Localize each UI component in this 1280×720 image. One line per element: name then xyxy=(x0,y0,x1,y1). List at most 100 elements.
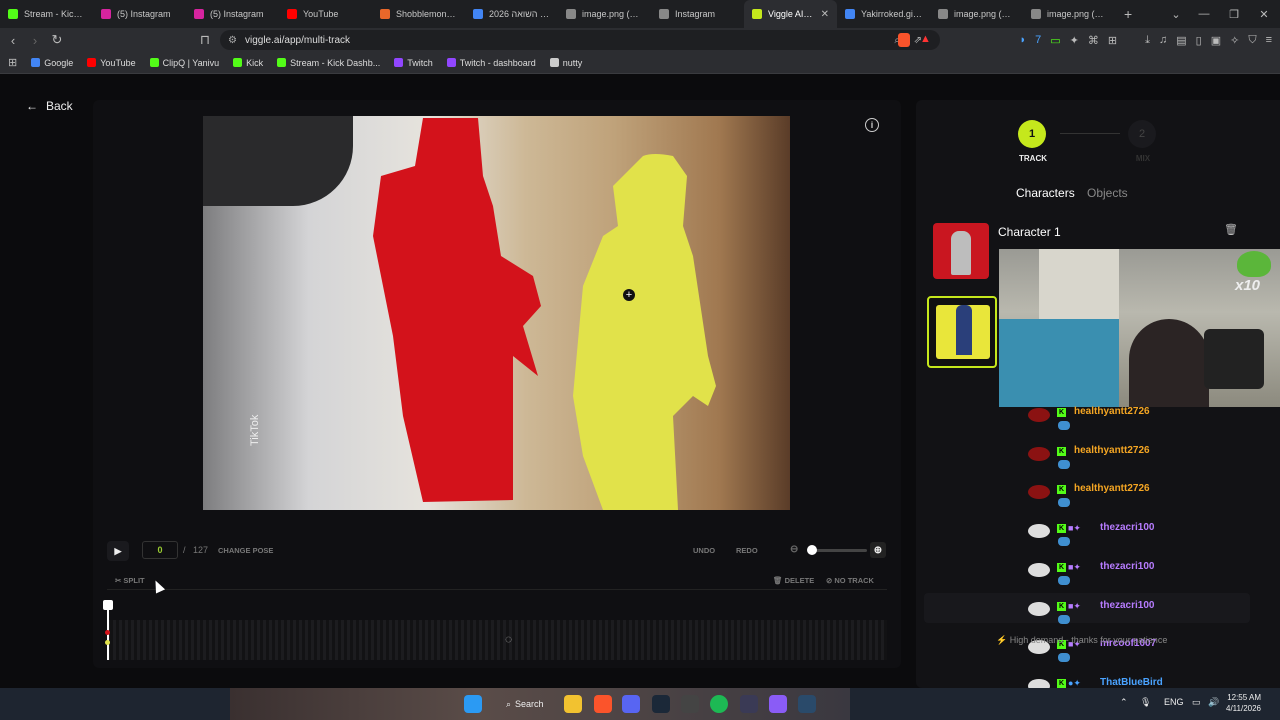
info-icon[interactable]: i xyxy=(865,118,879,132)
app-icon[interactable] xyxy=(798,695,816,713)
step-1-indicator[interactable]: 1 xyxy=(1018,120,1046,148)
brave-browser-icon[interactable] xyxy=(594,695,612,713)
avatar[interactable] xyxy=(1028,446,1050,461)
url-field[interactable]: ⚙ viggle.ai/app/multi-track ⌕ ⇗ xyxy=(220,30,940,50)
step-2-indicator[interactable]: 2 xyxy=(1128,120,1156,148)
chat-message[interactable]: K ■✦ thezacri100 xyxy=(1028,522,1278,556)
volume-icon[interactable]: 🔊 xyxy=(1208,697,1219,708)
browser-tab[interactable]: (5) Instagram xyxy=(93,0,186,28)
bookmark-item[interactable]: Kick xyxy=(233,58,263,68)
character-1-thumbnail[interactable] xyxy=(933,223,989,279)
reload-icon[interactable]: ↻ xyxy=(46,32,68,48)
microphone-icon[interactable]: 🎙 xyxy=(1140,697,1151,708)
tray-chevron-icon[interactable]: ⌃ xyxy=(1120,697,1128,708)
extension-icon[interactable]: ⊞ xyxy=(1108,34,1117,47)
extension-icon[interactable]: ⌘ xyxy=(1088,34,1099,47)
leo-icon[interactable]: ✧ xyxy=(1230,34,1239,47)
new-tab-button[interactable]: + xyxy=(1116,6,1140,22)
browser-tab[interactable]: image.png (1024 xyxy=(1023,0,1116,28)
zoom-slider[interactable] xyxy=(809,549,867,552)
clock[interactable]: 12:55 AM 4/11/2026 xyxy=(1226,692,1261,714)
avatar[interactable] xyxy=(1028,524,1050,539)
extensions-puzzle-icon[interactable]: ✦ xyxy=(1070,34,1079,47)
file-explorer-icon[interactable] xyxy=(564,695,582,713)
undo-button[interactable]: UNDO xyxy=(693,546,715,555)
character-2-thumbnail[interactable] xyxy=(927,296,997,368)
change-pose-button[interactable]: CHANGE POSE xyxy=(218,546,273,555)
bookmark-item[interactable]: Stream - Kick Dashb... xyxy=(277,58,380,68)
chat-message[interactable]: Khealthyantt2726 xyxy=(1028,406,1278,440)
delete-button[interactable]: 🗑 DELETE xyxy=(773,576,814,585)
browser-tab[interactable]: Shobblemon - M xyxy=(372,0,465,28)
tab-objects[interactable]: Objects xyxy=(1087,186,1128,200)
browser-tab[interactable]: Viggle AI - F ✕ xyxy=(744,0,837,28)
frame-input[interactable]: 0 xyxy=(142,541,178,559)
extension-icon[interactable]: ▭ xyxy=(1050,34,1060,47)
browser-tab[interactable]: image.png (473× xyxy=(558,0,651,28)
obs-icon[interactable] xyxy=(681,695,699,713)
close-window-icon[interactable]: ✕ xyxy=(1248,0,1280,28)
app-icon[interactable] xyxy=(740,695,758,713)
avatar[interactable] xyxy=(1028,408,1050,422)
chat-username[interactable]: healthyantt2726 xyxy=(1074,406,1150,417)
brave-shield-icon[interactable] xyxy=(898,33,910,47)
chat-username[interactable]: thezacri100 xyxy=(1100,561,1154,572)
chat-message[interactable]: K ■✦ thezacri100 xyxy=(1028,561,1278,595)
tab-characters[interactable]: Characters xyxy=(1016,186,1075,200)
discord-icon[interactable] xyxy=(622,695,640,713)
extension-icon[interactable]: 7 xyxy=(1035,34,1041,46)
download-icon[interactable]: ⤓ xyxy=(1145,34,1150,47)
chat-username[interactable]: healthyantt2726 xyxy=(1074,445,1150,456)
menu-icon[interactable]: ≡ xyxy=(1266,34,1272,46)
delete-character-icon[interactable]: 🗑 xyxy=(1224,223,1238,236)
chat-message[interactable]: Khealthyantt2726 xyxy=(1028,483,1278,517)
chat-username[interactable]: ThatBlueBird xyxy=(1100,677,1163,688)
bookmark-icon[interactable]: ⊓ xyxy=(194,32,216,48)
steam-icon[interactable] xyxy=(652,695,670,713)
play-button[interactable]: ▶ xyxy=(107,541,129,561)
back-button[interactable]: ← Back xyxy=(26,99,73,113)
bookmark-item[interactable]: Google xyxy=(31,58,73,68)
zoom-slider-handle[interactable] xyxy=(807,545,817,555)
redo-button[interactable]: REDO xyxy=(736,546,758,555)
bookmark-item[interactable]: YouTube xyxy=(87,58,136,68)
network-icon[interactable]: ▭ xyxy=(1192,697,1201,708)
language-indicator[interactable]: ENG xyxy=(1164,697,1184,707)
site-settings-icon[interactable]: ⚙ xyxy=(228,35,237,46)
forward-nav-icon[interactable]: › xyxy=(24,33,46,48)
playhead-handle[interactable] xyxy=(103,600,113,610)
no-track-button[interactable]: ⊘ NO TRACK xyxy=(826,576,874,585)
zoom-out-icon[interactable]: ⊖ xyxy=(790,544,798,555)
bookmark-item[interactable]: Twitch xyxy=(394,58,433,68)
split-button[interactable]: ✂ SPLIT xyxy=(115,576,145,585)
browser-tab[interactable]: Instagram xyxy=(651,0,744,28)
app-grid-icon[interactable] xyxy=(769,695,787,713)
minimize-icon[interactable]: — xyxy=(1188,0,1220,28)
browser-tab[interactable]: Stream - Kick Da xyxy=(0,0,93,28)
bookmark-item[interactable]: nutty xyxy=(549,58,582,68)
zoom-in-button[interactable]: ⊕ xyxy=(870,542,886,558)
avatar[interactable] xyxy=(1028,601,1050,616)
chat-message[interactable]: Khealthyantt2726 xyxy=(1028,445,1278,479)
add-point-icon[interactable]: + xyxy=(623,289,635,301)
media-icon[interactable]: ♫ xyxy=(1159,34,1167,46)
browser-tab[interactable]: (5) Instagram xyxy=(186,0,279,28)
wallet-icon[interactable]: ▣ xyxy=(1211,34,1221,47)
chat-username[interactable]: thezacri100 xyxy=(1100,522,1154,533)
back-nav-icon[interactable]: ‹ xyxy=(2,33,24,48)
brave-rewards-icon[interactable]: ▲ xyxy=(920,33,931,45)
sidebar-icon[interactable]: ▯ xyxy=(1196,34,1202,47)
windows-start-icon[interactable] xyxy=(464,695,482,713)
taskbar-search[interactable]: ⌕ Search xyxy=(496,694,550,714)
browser-tab[interactable]: יום השואה 2026 xyxy=(465,0,558,28)
avatar[interactable] xyxy=(1028,485,1050,500)
timeline[interactable]: ◌ xyxy=(103,600,887,660)
spotify-icon[interactable] xyxy=(710,695,728,713)
chat-username[interactable]: thezacri100 xyxy=(1100,600,1154,611)
browser-tab[interactable]: Yakirroked.gif - ( xyxy=(837,0,930,28)
video-preview[interactable]: TikTok + xyxy=(203,116,790,510)
vpn-icon[interactable]: ⛉ xyxy=(1248,34,1256,47)
close-tab-icon[interactable]: ✕ xyxy=(821,9,829,20)
browser-tab[interactable]: image.png (877× xyxy=(930,0,1023,28)
browser-tab[interactable]: YouTube xyxy=(279,0,372,28)
